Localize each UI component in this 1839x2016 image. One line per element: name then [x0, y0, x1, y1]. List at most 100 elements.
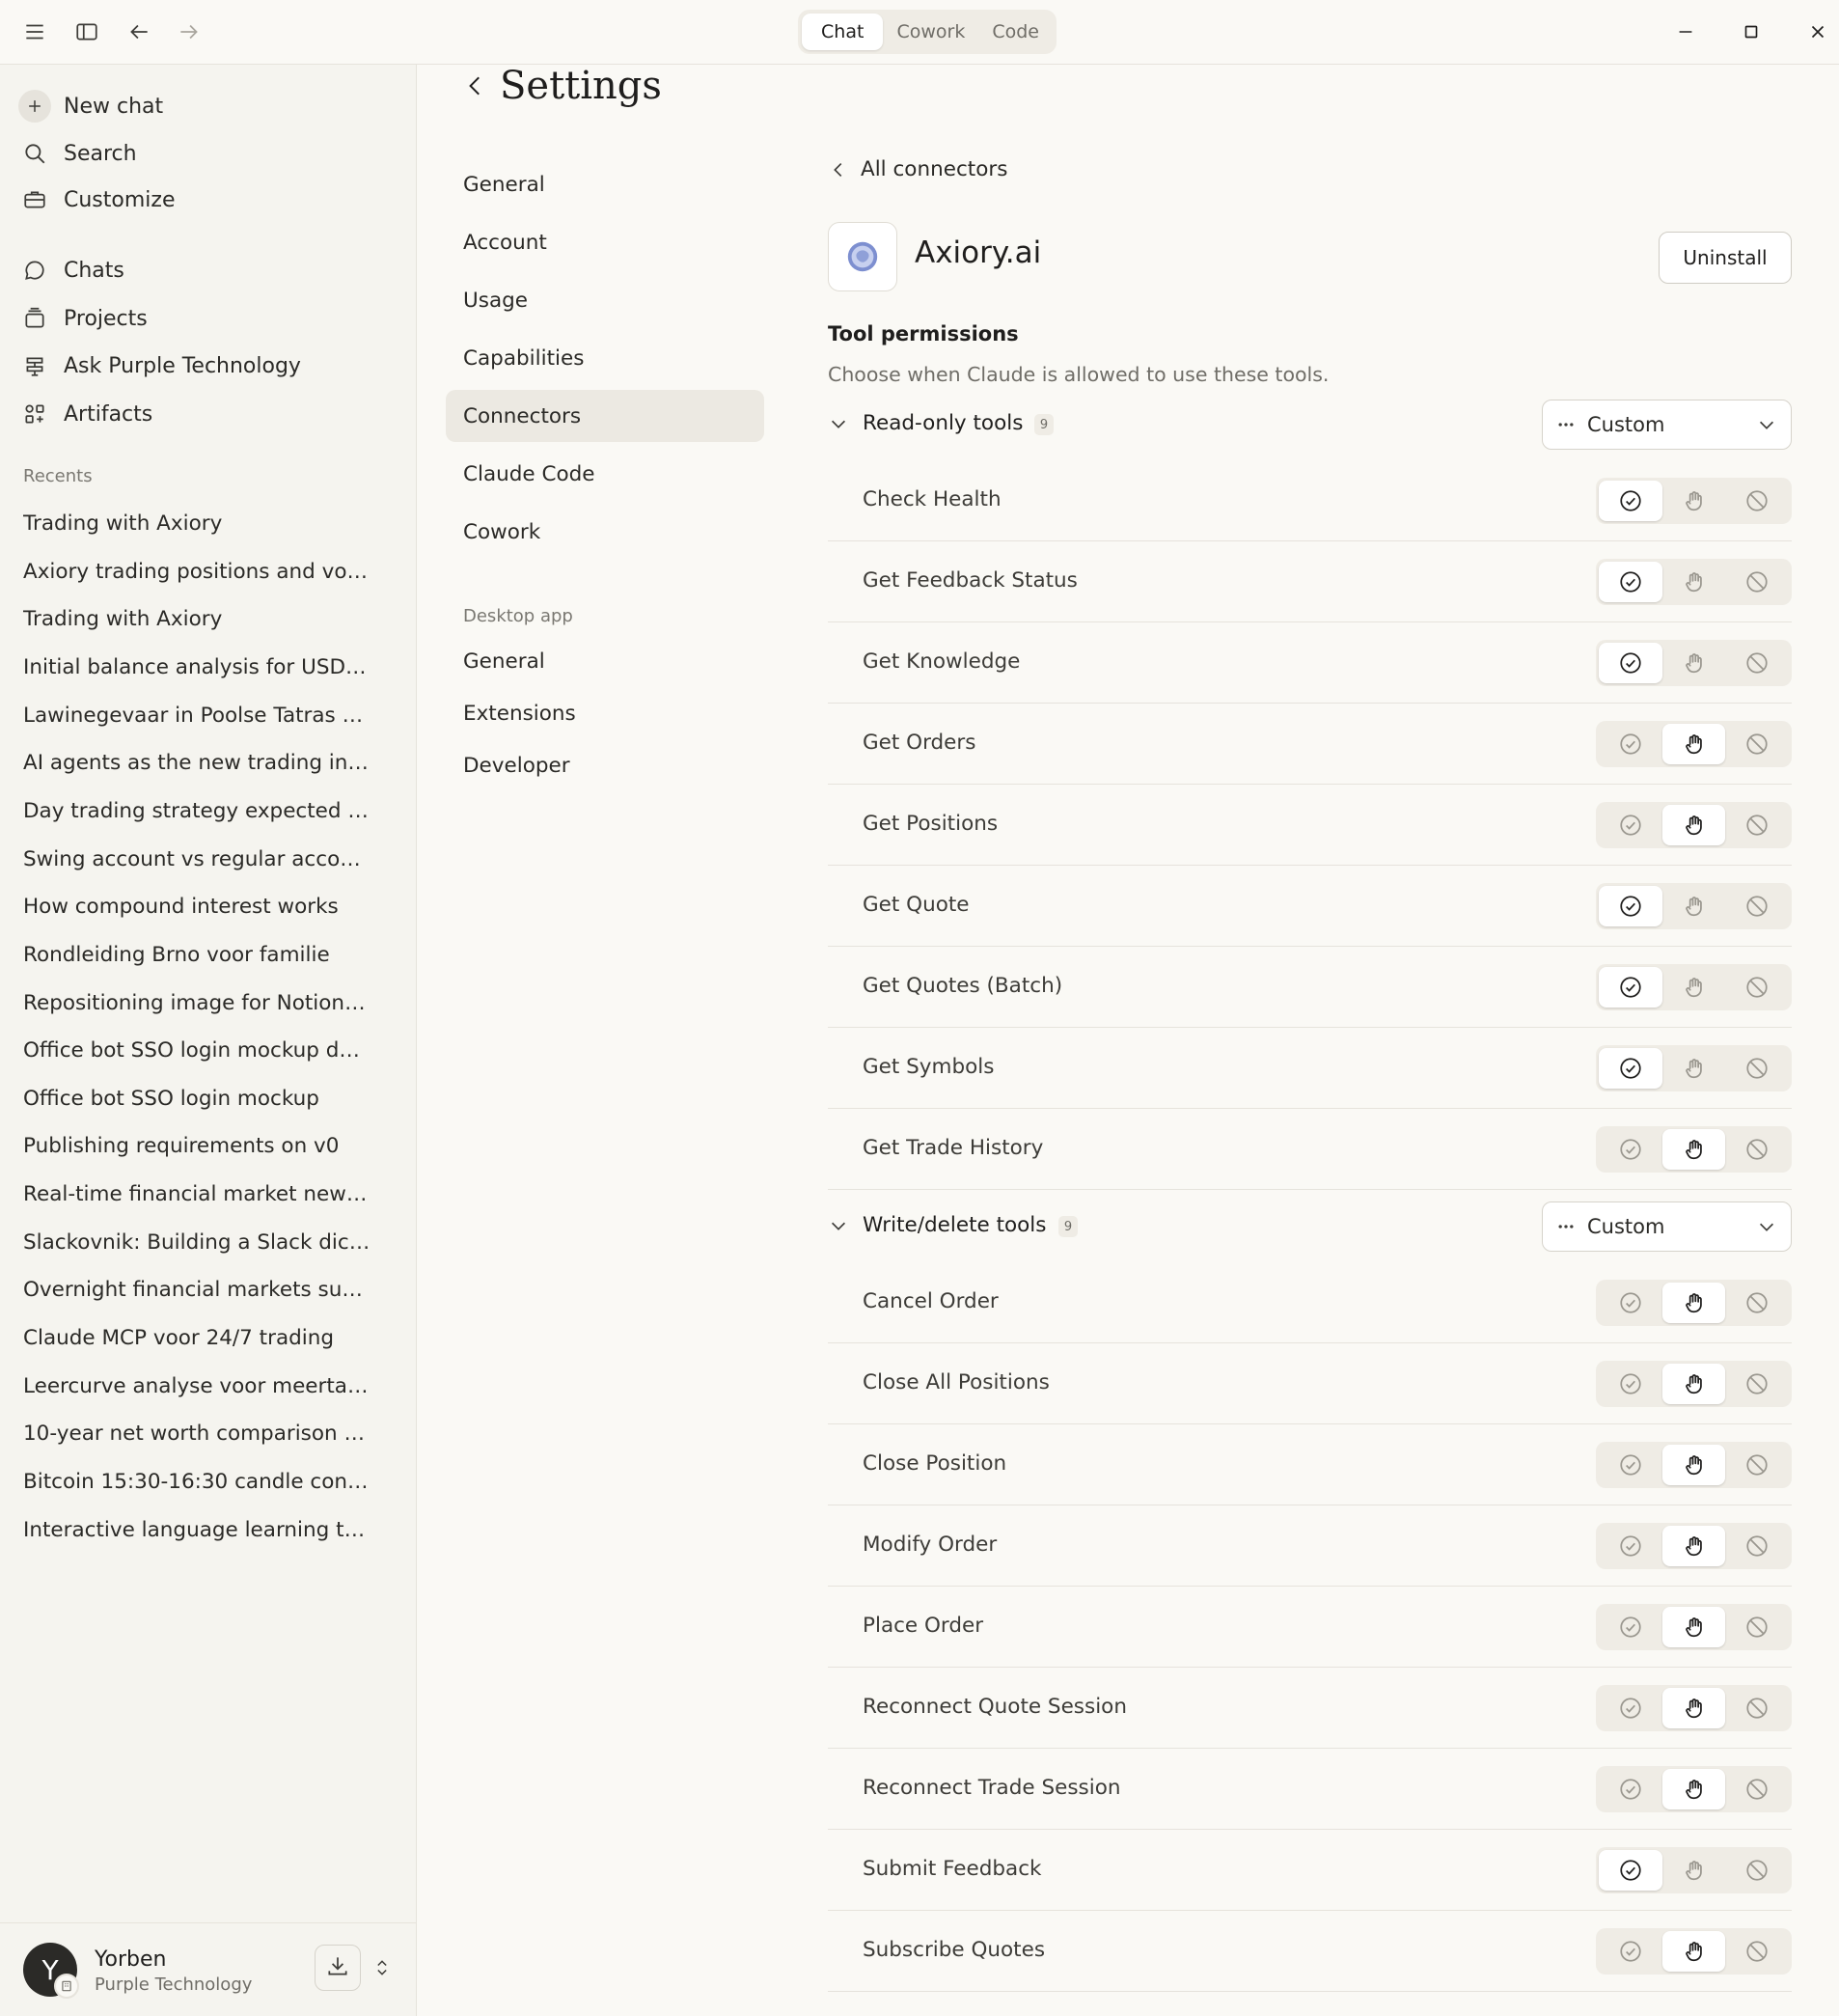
settings-nav-desktop-general[interactable]: General: [446, 635, 764, 687]
recent-chat[interactable]: Claude MCP voor 24/7 trading: [23, 1326, 371, 1350]
menu-icon[interactable]: [19, 16, 50, 47]
always-allow-button[interactable]: [1599, 643, 1662, 683]
recent-chat[interactable]: Real-time financial market news ...: [23, 1182, 371, 1206]
maximize-button[interactable]: [1736, 16, 1767, 47]
always-allow-button[interactable]: [1599, 967, 1662, 1008]
recent-chat[interactable]: Office bot SSO login mockup: [23, 1087, 371, 1111]
always-allow-button[interactable]: [1599, 1526, 1662, 1566]
recent-chat[interactable]: Initial balance analysis for USD/JP...: [23, 655, 371, 679]
always-allow-button[interactable]: [1599, 724, 1662, 764]
needs-approval-button[interactable]: [1662, 481, 1726, 521]
recent-chat[interactable]: How compound interest works: [23, 895, 371, 919]
recent-chat[interactable]: Day trading strategy expected val...: [23, 799, 371, 823]
forward-arrow-icon[interactable]: [174, 16, 205, 47]
blocked-button[interactable]: [1725, 562, 1789, 602]
recent-chat[interactable]: Lawinegevaar in Poolse Tatras dit ...: [23, 704, 371, 728]
blocked-button[interactable]: [1725, 643, 1789, 683]
needs-approval-button[interactable]: [1662, 967, 1726, 1008]
settings-nav-usage[interactable]: Usage: [446, 274, 764, 326]
recent-chat[interactable]: Bitcoin 15:30-16:30 candle continu...: [23, 1470, 371, 1494]
always-allow-button[interactable]: [1599, 481, 1662, 521]
all-connectors-link[interactable]: All connectors: [828, 157, 1007, 181]
group-permission-dropdown[interactable]: Custom: [1542, 1201, 1792, 1252]
needs-approval-button[interactable]: [1662, 643, 1726, 683]
always-allow-button[interactable]: [1599, 1364, 1662, 1404]
settings-nav-cowork[interactable]: Cowork: [446, 506, 764, 558]
blocked-button[interactable]: [1725, 1688, 1789, 1728]
settings-nav-developer[interactable]: Developer: [446, 739, 764, 791]
group-permission-dropdown[interactable]: Custom: [1542, 400, 1792, 450]
needs-approval-button[interactable]: [1662, 562, 1726, 602]
blocked-button[interactable]: [1725, 1283, 1789, 1323]
needs-approval-button[interactable]: [1661, 1526, 1726, 1566]
recent-chat[interactable]: Overnight financial markets sum...: [23, 1278, 371, 1302]
close-button[interactable]: [1802, 16, 1833, 47]
settings-nav-general[interactable]: General: [446, 158, 764, 210]
always-allow-button[interactable]: [1599, 1048, 1662, 1089]
tool-group-header[interactable]: Read-only tools 9 Custom: [828, 400, 1792, 450]
tab-code[interactable]: Code: [978, 14, 1053, 50]
recent-chat[interactable]: Slackovnik: Building a Slack dictio...: [23, 1230, 371, 1255]
always-allow-button[interactable]: [1599, 805, 1662, 845]
recent-chat[interactable]: Leercurve analyse voor meertalig...: [23, 1374, 371, 1398]
needs-approval-button[interactable]: [1661, 1283, 1726, 1323]
blocked-button[interactable]: [1725, 805, 1789, 845]
needs-approval-button[interactable]: [1662, 1048, 1726, 1089]
recent-chat[interactable]: Axiory trading positions and volu...: [23, 560, 371, 584]
sidebar-item-projects[interactable]: Projects: [17, 299, 148, 338]
blocked-button[interactable]: [1725, 1048, 1789, 1089]
needs-approval-button[interactable]: [1662, 1850, 1726, 1891]
blocked-button[interactable]: [1725, 1850, 1789, 1891]
new-chat-button[interactable]: New chat: [17, 87, 163, 125]
needs-approval-button[interactable]: [1661, 1607, 1726, 1647]
blocked-button[interactable]: [1725, 886, 1789, 926]
recent-chat[interactable]: Trading with Axiory: [23, 511, 371, 536]
user-menu[interactable]: Y Yorben Purple Technology: [0, 1922, 417, 2016]
always-allow-button[interactable]: [1599, 1931, 1662, 1972]
sidebar-item-chats[interactable]: Chats: [17, 251, 124, 290]
settings-nav-claude-code[interactable]: Claude Code: [446, 448, 764, 500]
needs-approval-button[interactable]: [1661, 724, 1726, 764]
tab-chat[interactable]: Chat: [802, 14, 884, 50]
tool-group-header[interactable]: Write/delete tools 9 Custom: [828, 1201, 1792, 1252]
minimize-button[interactable]: [1670, 16, 1701, 47]
settings-nav-extensions[interactable]: Extensions: [446, 687, 764, 739]
blocked-button[interactable]: [1725, 1129, 1789, 1170]
blocked-button[interactable]: [1725, 1607, 1789, 1647]
needs-approval-button[interactable]: [1661, 1445, 1726, 1485]
blocked-button[interactable]: [1725, 724, 1789, 764]
recent-chat[interactable]: Interactive language learning tutor: [23, 1518, 371, 1542]
sidebar-toggle-icon[interactable]: [71, 16, 102, 47]
download-button[interactable]: [315, 1945, 361, 1991]
customize-button[interactable]: Customize: [17, 180, 175, 219]
blocked-button[interactable]: [1725, 1769, 1789, 1809]
always-allow-button[interactable]: [1599, 1445, 1662, 1485]
always-allow-button[interactable]: [1599, 886, 1662, 926]
settings-nav-connectors[interactable]: Connectors: [446, 390, 764, 442]
settings-nav-account[interactable]: Account: [446, 216, 764, 268]
recent-chat[interactable]: Office bot SSO login mockup design: [23, 1038, 371, 1063]
always-allow-button[interactable]: [1599, 1688, 1662, 1728]
recent-chat[interactable]: AI agents as the new trading inter...: [23, 751, 371, 775]
needs-approval-button[interactable]: [1661, 1129, 1726, 1170]
sidebar-item-artifacts[interactable]: Artifacts: [17, 395, 152, 433]
chevron-down-icon[interactable]: [828, 1215, 851, 1238]
recent-chat[interactable]: 10-year net worth comparison acr...: [23, 1422, 371, 1446]
search-button[interactable]: Search: [17, 134, 137, 173]
recent-chat[interactable]: Rondleiding Brno voor familie: [23, 943, 371, 967]
settings-nav-capabilities[interactable]: Capabilities: [446, 332, 764, 384]
needs-approval-button[interactable]: [1661, 1364, 1726, 1404]
needs-approval-button[interactable]: [1661, 805, 1726, 845]
blocked-button[interactable]: [1725, 481, 1789, 521]
tab-cowork[interactable]: Cowork: [883, 14, 978, 50]
needs-approval-button[interactable]: [1661, 1769, 1726, 1809]
sidebar-item-ask-purple-technology[interactable]: Ask Purple Technology: [17, 346, 301, 385]
needs-approval-button[interactable]: [1661, 1931, 1726, 1972]
needs-approval-button[interactable]: [1662, 886, 1726, 926]
recent-chat[interactable]: Trading with Axiory: [23, 607, 371, 631]
always-allow-button[interactable]: [1599, 562, 1662, 602]
blocked-button[interactable]: [1725, 1364, 1789, 1404]
blocked-button[interactable]: [1725, 1445, 1789, 1485]
recent-chat[interactable]: Publishing requirements on v0: [23, 1134, 371, 1158]
chevron-left-icon[interactable]: [463, 72, 490, 99]
